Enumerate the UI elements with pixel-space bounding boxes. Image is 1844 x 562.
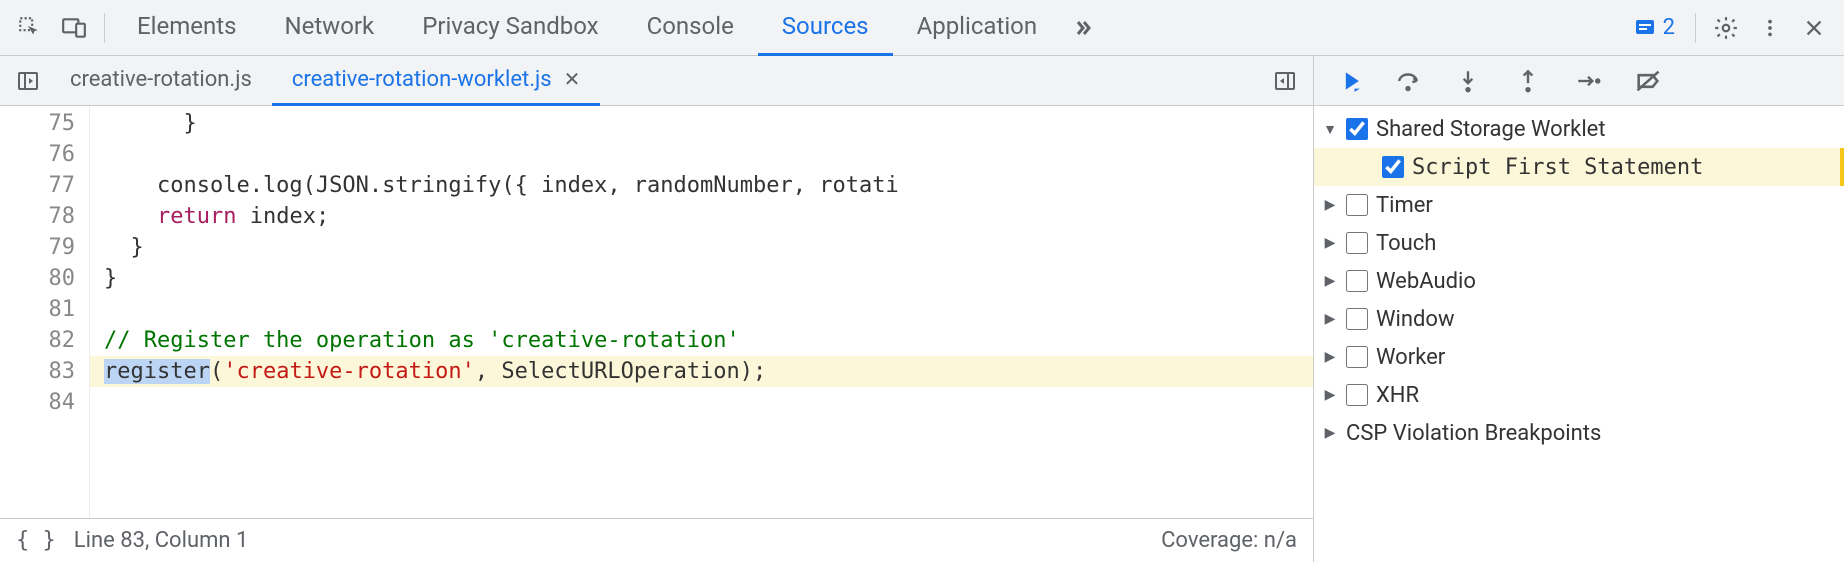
kebab-menu-icon[interactable] [1748, 6, 1792, 50]
divider [1695, 13, 1696, 43]
breakpoint-label: Shared Storage Worklet [1376, 117, 1606, 142]
main-tab-application[interactable]: Application [893, 0, 1062, 56]
code-line[interactable]: } [90, 232, 1313, 263]
divider [104, 13, 105, 43]
line-number[interactable]: 77 [0, 170, 75, 201]
line-number[interactable]: 81 [0, 294, 75, 325]
deactivate-breakpoints-icon[interactable] [1620, 59, 1676, 103]
code-editor[interactable]: 75767778798081828384 } console.log(JSON.… [0, 106, 1313, 518]
breakpoints-panel: ▼Shared Storage Worklet▶Script First Sta… [1314, 106, 1844, 562]
line-number[interactable]: 79 [0, 232, 75, 263]
file-tabs: creative-rotation.js creative-rotation-wo… [0, 56, 1313, 106]
editor-status-bar: { } Line 83, Column 1 Coverage: n/a [0, 518, 1313, 562]
pretty-print-icon[interactable]: { } [16, 528, 56, 553]
file-tab[interactable]: creative-rotation.js [50, 56, 272, 106]
devtools-main-tabs: ElementsNetworkPrivacy SandboxConsoleSou… [0, 0, 1844, 56]
breakpoint-checkbox[interactable] [1346, 346, 1368, 368]
breakpoint-checkbox[interactable] [1346, 232, 1368, 254]
step-out-icon[interactable] [1500, 59, 1556, 103]
chevron-right-icon[interactable]: ▶ [1322, 311, 1338, 327]
close-devtools-icon[interactable] [1792, 6, 1836, 50]
issues-count: 2 [1663, 15, 1675, 40]
breakpoint-label: Script First Statement [1412, 155, 1703, 180]
breakpoint-category[interactable]: ▼ Shared Storage Worklet [1314, 110, 1844, 148]
line-number[interactable]: 84 [0, 387, 75, 418]
code-line[interactable]: register('creative-rotation', SelectURLO… [90, 356, 1313, 387]
line-number[interactable]: 78 [0, 201, 75, 232]
line-number[interactable]: 76 [0, 139, 75, 170]
inspect-element-icon[interactable] [8, 6, 52, 50]
code-line[interactable]: } [90, 263, 1313, 294]
breakpoint-checkbox[interactable] [1346, 308, 1368, 330]
chevron-down-icon[interactable]: ▼ [1322, 121, 1338, 138]
file-tab-label: creative-rotation-worklet.js [292, 67, 552, 92]
line-number[interactable]: 82 [0, 325, 75, 356]
line-number[interactable]: 75 [0, 108, 75, 139]
code-line[interactable]: } [90, 108, 1313, 139]
close-tab-icon[interactable]: ✕ [564, 67, 581, 91]
main-tab-privacy-sandbox[interactable]: Privacy Sandbox [398, 0, 622, 56]
breakpoint-checkbox[interactable] [1346, 118, 1368, 140]
step-over-icon[interactable] [1380, 59, 1436, 103]
code-line[interactable] [90, 387, 1313, 418]
breakpoint-checkbox[interactable] [1346, 270, 1368, 292]
main-tab-elements[interactable]: Elements [113, 0, 260, 56]
chevron-right-icon[interactable]: ▶ [1322, 197, 1338, 213]
show-debugger-icon[interactable] [1263, 59, 1307, 103]
breakpoint-child-item[interactable]: ▶Script First Statement [1314, 148, 1844, 186]
breakpoint-category[interactable]: ▶ Touch [1314, 224, 1844, 262]
main-tab-network[interactable]: Network [260, 0, 398, 56]
line-number[interactable]: 80 [0, 263, 75, 294]
breakpoint-section-label: CSP Violation Breakpoints [1346, 421, 1601, 446]
breakpoint-category[interactable]: ▶ XHR [1314, 376, 1844, 414]
step-into-icon[interactable] [1440, 59, 1496, 103]
breakpoint-label: Window [1376, 307, 1455, 332]
code-line[interactable]: return index; [90, 201, 1313, 232]
breakpoint-section[interactable]: ▶ CSP Violation Breakpoints [1314, 414, 1844, 452]
breakpoint-category[interactable]: ▶ WebAudio [1314, 262, 1844, 300]
coverage-status: Coverage: n/a [1161, 528, 1297, 553]
code-line[interactable] [90, 139, 1313, 170]
step-icon[interactable] [1560, 59, 1616, 103]
chevron-right-icon[interactable]: ▶ [1322, 273, 1338, 289]
more-tabs-icon[interactable] [1061, 6, 1105, 50]
breakpoint-category[interactable]: ▶ Worker [1314, 338, 1844, 376]
breakpoint-label: WebAudio [1376, 269, 1476, 294]
issues-button[interactable]: 2 [1621, 15, 1687, 40]
code-line[interactable] [90, 294, 1313, 325]
chevron-right-icon[interactable]: ▶ [1322, 349, 1338, 365]
breakpoint-checkbox[interactable] [1346, 194, 1368, 216]
breakpoint-label: XHR [1376, 383, 1419, 408]
debugger-toolbar [1314, 56, 1844, 106]
chevron-right-icon[interactable]: ▶ [1322, 387, 1338, 403]
breakpoint-label: Worker [1376, 345, 1445, 370]
code-line[interactable]: // Register the operation as 'creative-r… [90, 325, 1313, 356]
chevron-right-icon[interactable]: ▶ [1322, 235, 1338, 251]
breakpoint-checkbox[interactable] [1346, 384, 1368, 406]
file-tab-label: creative-rotation.js [70, 67, 252, 92]
file-tab[interactable]: creative-rotation-worklet.js ✕ [272, 56, 601, 106]
breakpoint-checkbox[interactable] [1382, 156, 1404, 178]
breakpoint-category[interactable]: ▶ Timer [1314, 186, 1844, 224]
show-navigator-icon[interactable] [6, 59, 50, 103]
device-toolbar-icon[interactable] [52, 6, 96, 50]
breakpoint-label: Timer [1376, 193, 1433, 218]
resume-script-icon[interactable] [1320, 59, 1376, 103]
breakpoint-category[interactable]: ▶ Window [1314, 300, 1844, 338]
main-tab-sources[interactable]: Sources [758, 0, 893, 56]
code-line[interactable]: console.log(JSON.stringify({ index, rand… [90, 170, 1313, 201]
settings-gear-icon[interactable] [1704, 6, 1748, 50]
breakpoint-label: Touch [1376, 231, 1436, 256]
chevron-right-icon[interactable]: ▶ [1322, 425, 1338, 441]
main-tab-console[interactable]: Console [623, 0, 758, 56]
line-number[interactable]: 83 [0, 356, 75, 387]
cursor-position: Line 83, Column 1 [74, 528, 249, 553]
